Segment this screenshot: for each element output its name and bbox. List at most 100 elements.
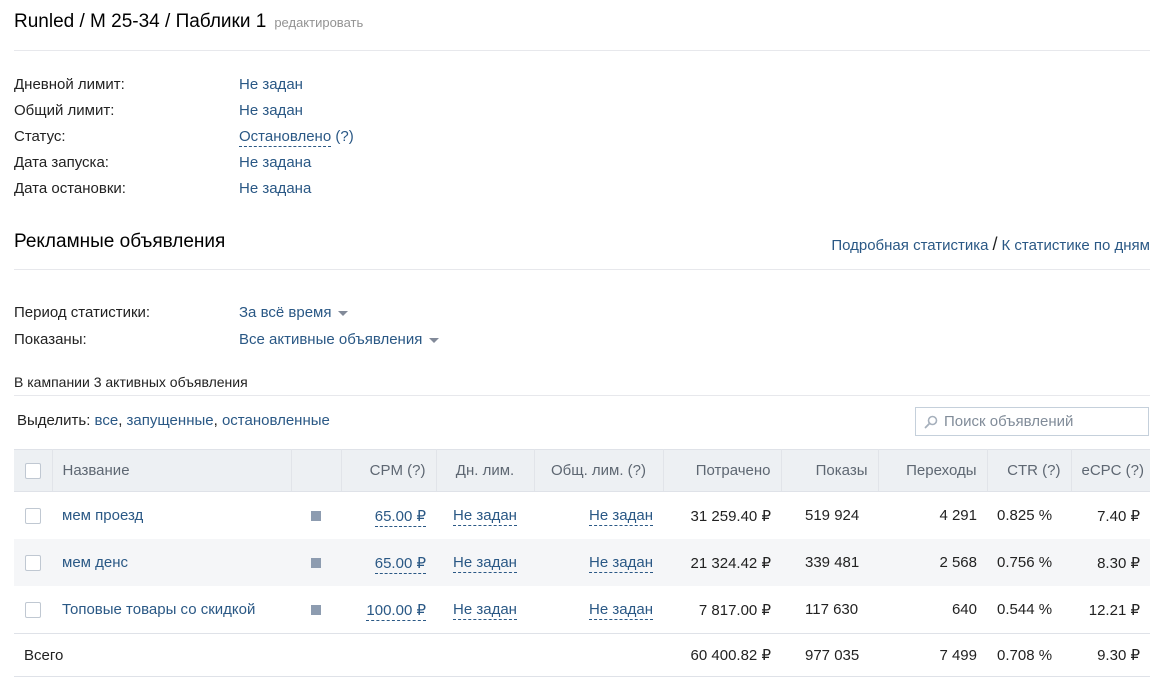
column-header-ecpc[interactable]: eCPC (?)	[1071, 449, 1150, 492]
table-row[interactable]: Топовые товары со скидкой 100.00 ₽ Не за…	[14, 586, 1150, 634]
stats-links: Подробная статистика / К статистике по дня…	[831, 234, 1150, 255]
period-dropdown[interactable]: За всё время	[239, 304, 349, 321]
row-checkbox[interactable]	[25, 602, 41, 619]
ad-name-link[interactable]: Топовые товары со скидкой	[62, 601, 255, 618]
spent-cell: 21 324.42 ₽	[663, 539, 781, 586]
total-limit-value[interactable]: Не задан	[589, 554, 653, 573]
daily-limit-label: Дневной лимит:	[14, 76, 125, 93]
total-limit-value[interactable]: Не задан	[589, 507, 653, 526]
status-value: Остановлено (?)	[239, 128, 354, 147]
empty-cell	[436, 633, 534, 677]
stop-date-label: Дата остановки:	[14, 180, 126, 197]
column-header-impressions[interactable]: Показы	[781, 449, 879, 492]
total-limit-label: Общий лимит:	[14, 102, 115, 119]
campaign-title: Runled / M 25-34 / Паблики 1	[14, 11, 267, 32]
cpm-value[interactable]: 65.00 ₽	[374, 554, 426, 574]
ad-name-link[interactable]: мем проезд	[62, 507, 143, 524]
impressions-cell: 117 630	[805, 601, 859, 618]
status-square-icon	[311, 605, 321, 616]
empty-cell	[534, 633, 663, 677]
ctr-cell: 0.825 %	[997, 507, 1053, 524]
impressions-cell: 519 924	[805, 507, 860, 524]
ctr-cell: 0.544 %	[997, 601, 1053, 618]
total-ctr: 0.708 %	[987, 633, 1071, 677]
select-stopped-link[interactable]: остановленные	[222, 412, 330, 429]
edit-link[interactable]: редактировать	[274, 15, 363, 30]
column-header-spent[interactable]: Потрачено	[663, 449, 782, 492]
divider	[14, 395, 1150, 396]
select-all-link[interactable]: все	[95, 412, 119, 429]
ad-name-link[interactable]: мем денс	[62, 554, 128, 571]
ecpc-cell: 12.21 ₽	[1088, 601, 1140, 619]
row-checkbox-cell	[14, 539, 52, 586]
period-value: За всё время	[239, 304, 332, 321]
status-link[interactable]: Остановлено	[239, 128, 332, 147]
cpm-value[interactable]: 65.00 ₽	[374, 507, 426, 527]
clicks-cell: 640	[951, 601, 977, 618]
column-header-status	[291, 449, 342, 492]
clicks-cell: 4 291	[939, 507, 977, 524]
daily-stats-link[interactable]: К статистике по дням	[1002, 237, 1150, 254]
row-checkbox-cell	[14, 492, 52, 540]
row-checkbox-cell	[14, 586, 52, 634]
row-checkbox[interactable]	[25, 555, 41, 572]
column-header-daily-limit[interactable]: Дн. лим.	[436, 449, 535, 492]
page-title: Runled / M 25-34 / Паблики 1 редактироват…	[14, 11, 363, 33]
total-ecpc: 9.30 ₽	[1071, 633, 1150, 677]
empty-cell	[291, 633, 341, 677]
select-running-link[interactable]: запущенные	[127, 412, 214, 429]
select-all-checkbox[interactable]	[24, 463, 41, 480]
shown-value: Все активные объявления	[239, 331, 423, 348]
total-clicks: 7 499	[878, 633, 987, 677]
search-icon	[924, 415, 938, 428]
column-header-ctr[interactable]: CTR (?)	[987, 449, 1072, 492]
period-label: Период статистики:	[14, 304, 151, 321]
header-checkbox-cell	[14, 449, 53, 492]
column-header-total-limit[interactable]: Общ. лим. (?)	[534, 449, 664, 492]
stop-date-value[interactable]: Не задана	[239, 180, 311, 197]
detailed-stats-link[interactable]: Подробная статистика	[831, 237, 988, 254]
start-date-value[interactable]: Не задана	[239, 154, 311, 171]
ecpc-cell: 7.40 ₽	[1097, 507, 1140, 525]
divider	[14, 50, 1150, 51]
status-square-icon	[311, 511, 321, 522]
divider	[14, 269, 1150, 270]
total-label: Всего	[14, 633, 291, 677]
spent-cell: 31 259.40 ₽	[690, 507, 771, 525]
shown-dropdown[interactable]: Все активные объявления	[239, 331, 440, 348]
status-help-hint[interactable]: (?)	[335, 128, 353, 145]
row-checkbox[interactable]	[25, 508, 41, 525]
active-ads-count: В кампании 3 активных объявления	[14, 374, 248, 390]
start-date-label: Дата запуска:	[14, 154, 109, 171]
cpm-value[interactable]: 100.00 ₽	[366, 601, 426, 621]
daily-limit-value[interactable]: Не задан	[453, 507, 517, 526]
total-impressions: 977 035	[781, 633, 878, 677]
clicks-cell: 2 568	[878, 539, 987, 586]
daily-limit-value[interactable]: Не задан	[453, 601, 517, 620]
totals-row: Всего 60 400.82 ₽ 977 035 7 499 0.708 % …	[14, 633, 1150, 677]
total-limit-value[interactable]: Не задан	[239, 102, 303, 119]
column-header-cpm[interactable]: CPM (?)	[341, 449, 437, 492]
table-header-row: Название CPM (?) Дн. лим. Общ. лим. (?) …	[14, 449, 1150, 492]
column-header-name[interactable]: Название	[52, 449, 292, 492]
ads-section-title: Рекламные объявления	[14, 231, 226, 252]
column-header-clicks[interactable]: Переходы	[878, 449, 988, 492]
daily-limit-value[interactable]: Не задан	[453, 554, 517, 573]
select-label: Выделить:	[17, 412, 91, 429]
ads-table: Название CPM (?) Дн. лим. Общ. лим. (?) …	[14, 449, 1150, 677]
status-label: Статус:	[14, 128, 66, 145]
status-square-icon	[311, 558, 321, 569]
ecpc-cell: 8.30 ₽	[1071, 539, 1150, 586]
ctr-cell: 0.756 %	[987, 539, 1071, 586]
shown-label: Показаны:	[14, 331, 87, 348]
search-input[interactable]	[942, 412, 1146, 431]
table-row[interactable]: мем денс 65.00 ₽ Не задан Не задан 21 32…	[14, 539, 1150, 586]
search-box[interactable]	[915, 407, 1149, 436]
total-spent: 60 400.82 ₽	[663, 633, 781, 677]
spent-cell: 7 817.00 ₽	[698, 601, 771, 619]
daily-limit-value[interactable]: Не задан	[239, 76, 303, 93]
total-limit-value[interactable]: Не задан	[589, 601, 653, 620]
links-separator: /	[992, 234, 998, 254]
empty-cell	[341, 633, 436, 677]
table-row[interactable]: мем проезд 65.00 ₽ Не задан Не задан 31 …	[14, 492, 1150, 540]
